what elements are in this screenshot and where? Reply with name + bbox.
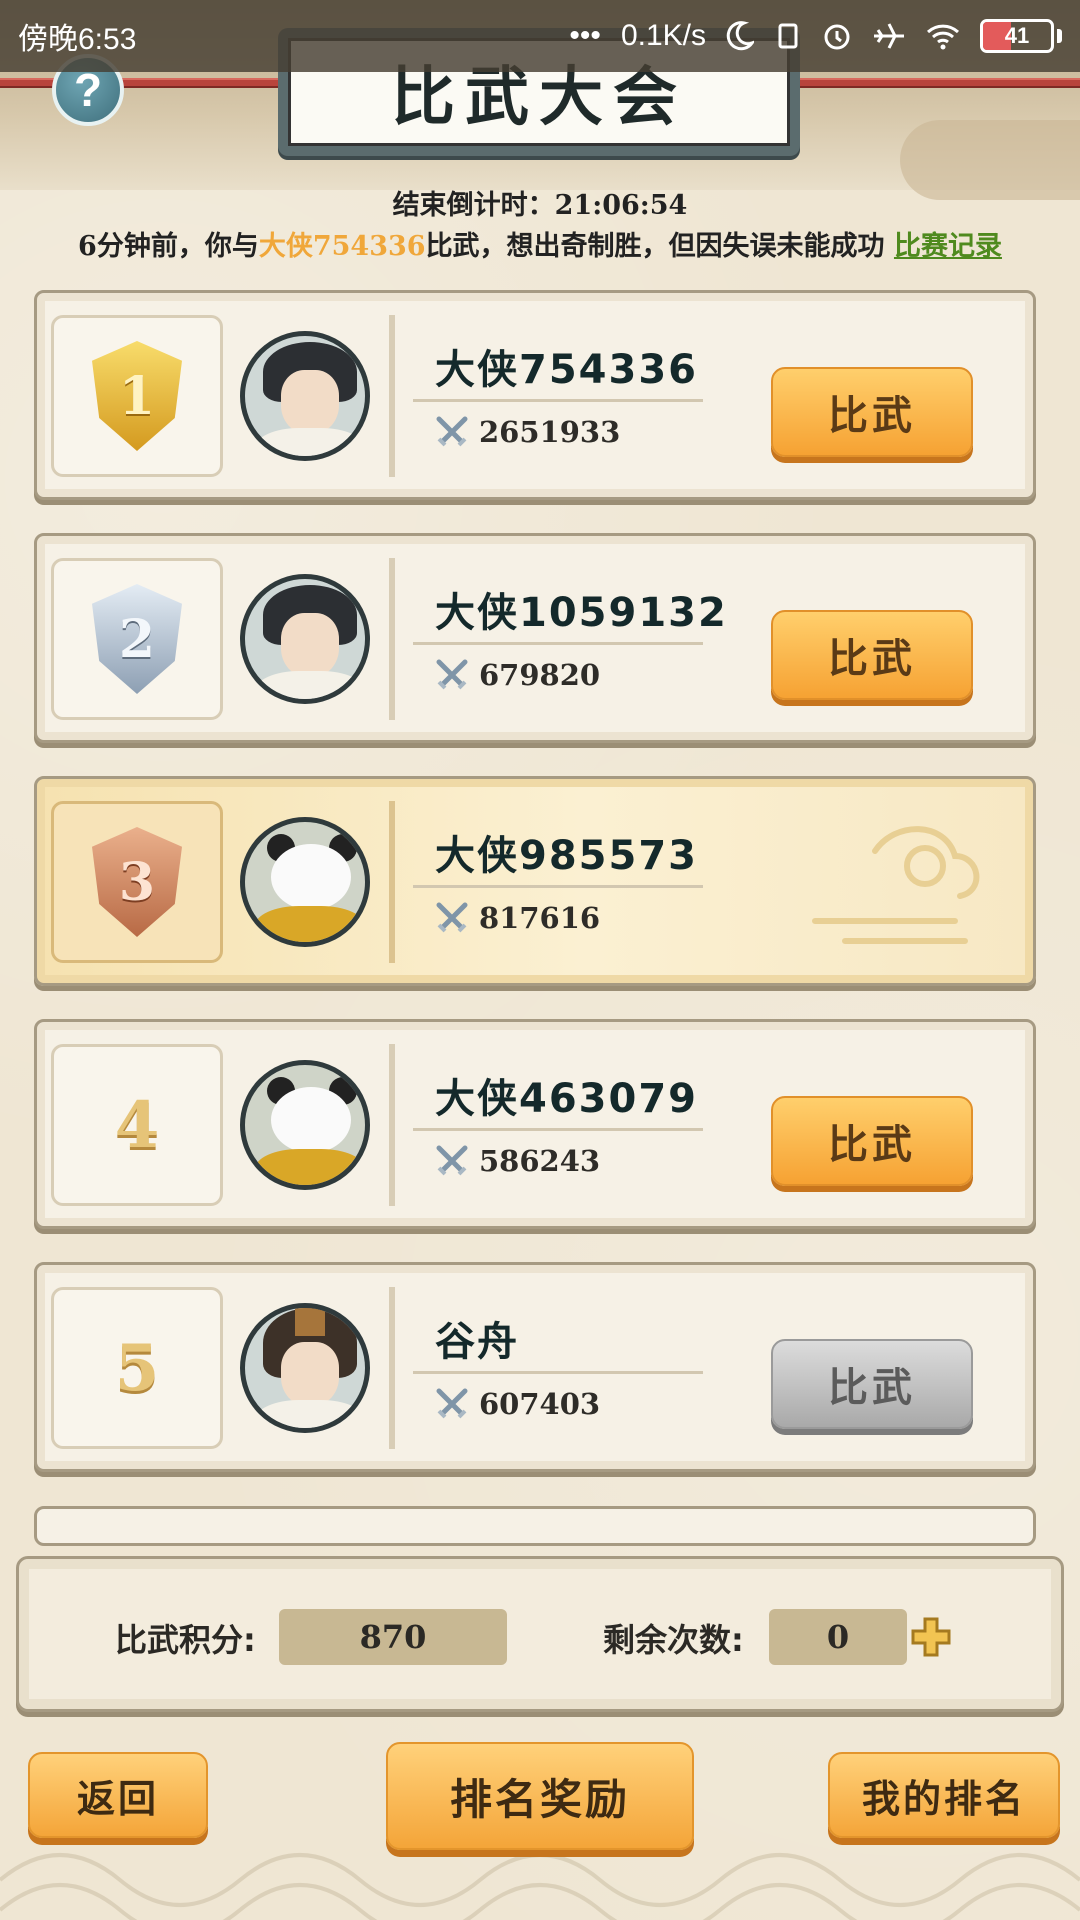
rank-rewards-button[interactable]: 排名奖励: [386, 1742, 694, 1850]
battery-level: 41: [1004, 23, 1030, 48]
net-speed: 0.1K/s: [620, 19, 706, 52]
rank-card-3-self: 3 大侠985573 817616: [34, 776, 1036, 986]
battery-icon: 41: [980, 19, 1054, 53]
crossed-swords-icon: [436, 1145, 468, 1176]
gold-medal-icon: 1: [92, 341, 182, 451]
battle-notice: 6分钟前，你与大侠754336比武，想出奇制胜，但因失误未能成功 比赛记录: [0, 224, 1080, 263]
power-value: 2651933: [479, 415, 621, 449]
crossed-swords-icon: [436, 902, 468, 933]
countdown-value: 21:06:54: [554, 190, 688, 221]
wifi-icon: [926, 24, 960, 50]
avatar[interactable]: [239, 317, 371, 475]
my-rank-button[interactable]: 我的排名: [828, 1752, 1060, 1838]
rank-number: 3: [118, 851, 156, 913]
rank-box: 1: [51, 315, 223, 477]
player-name: 大侠463079: [435, 1076, 698, 1122]
countdown: 结束倒计时：21:06:54: [0, 183, 1080, 222]
rank-box: 5: [51, 1287, 223, 1449]
rank-card-1: 1 大侠754336 2651933 比武: [34, 290, 1036, 500]
status-bar: 傍晚6:53 ••• 0.1K/s 41: [0, 0, 1080, 72]
cloud-pattern-icon: [812, 826, 980, 944]
avatar[interactable]: [239, 1289, 371, 1447]
airplane-icon: [874, 23, 904, 49]
crossed-swords-icon: [436, 1388, 468, 1419]
player-info: 大侠1059132 679820 比武: [389, 558, 1005, 720]
crossed-swords-icon: [436, 659, 468, 690]
combat-power: 679820: [435, 658, 600, 692]
combat-power: 586243: [435, 1144, 600, 1178]
notice-suffix: 比武，想出奇制胜，但因失误未能成功: [425, 231, 885, 262]
player-info: 大侠463079 586243 比武: [389, 1044, 1005, 1206]
rank-card-2: 2 大侠1059132 679820 比武: [34, 533, 1036, 743]
divider: [413, 1371, 703, 1374]
points-value: 870: [279, 1609, 507, 1665]
rank-card-6-partial: [34, 1506, 1036, 1546]
avatar[interactable]: [239, 1046, 371, 1204]
duel-button[interactable]: 比武: [771, 1096, 973, 1186]
avatar[interactable]: [239, 803, 371, 961]
player-info: 大侠985573 817616: [389, 801, 1005, 963]
crossed-swords-icon: [436, 416, 468, 447]
player-info: 大侠754336 2651933 比武: [389, 315, 1005, 477]
bronze-medal-icon: 3: [92, 827, 182, 937]
score-panel: 比武积分: 870 剩余次数: 0: [16, 1556, 1064, 1712]
duel-button[interactable]: 比武: [771, 367, 973, 457]
power-value: 586243: [479, 1144, 601, 1178]
points-label: 比武积分:: [115, 1621, 256, 1659]
player-name: 谷舟: [435, 1319, 519, 1365]
match-record-link[interactable]: 比赛记录: [894, 231, 1002, 262]
duel-button[interactable]: 比武: [771, 610, 973, 700]
notice-opponent: 大侠754336: [258, 231, 426, 262]
combat-power: 2651933: [435, 415, 620, 449]
moon-icon: [726, 21, 754, 51]
rank-number: 2: [118, 608, 156, 670]
power-value: 679820: [479, 658, 601, 692]
rank-number: 1: [118, 365, 156, 427]
power-value: 607403: [479, 1387, 601, 1421]
notice-prefix: 6分钟前，你与: [78, 231, 259, 262]
rank-number: 5: [114, 1330, 160, 1406]
rank-box: 4: [51, 1044, 223, 1206]
combat-power: 607403: [435, 1387, 600, 1421]
avatar[interactable]: [239, 560, 371, 718]
remaining-value: 0: [769, 1609, 907, 1665]
remaining-label: 剩余次数:: [603, 1621, 744, 1659]
rank-card-5: 5 谷舟 607403 比武: [34, 1262, 1036, 1472]
countdown-label: 结束倒计时：: [392, 190, 555, 221]
alarm-icon: [824, 24, 850, 50]
player-info: 谷舟 607403 比武: [389, 1287, 1005, 1449]
duel-button-disabled[interactable]: 比武: [771, 1339, 973, 1429]
more-dots-icon: •••: [569, 19, 601, 52]
rank-box: 3: [51, 801, 223, 963]
divider: [413, 885, 703, 888]
battery-tip: [1057, 29, 1062, 43]
plus-icon[interactable]: [909, 1615, 953, 1659]
back-button[interactable]: 返回: [28, 1752, 208, 1838]
status-time: 傍晚6:53: [18, 23, 137, 56]
silver-medal-icon: 2: [92, 584, 182, 694]
player-name: 大侠754336: [435, 347, 698, 393]
rank-number: 4: [114, 1087, 160, 1163]
divider: [413, 399, 703, 402]
player-name: 大侠985573: [435, 833, 698, 879]
divider: [413, 1128, 703, 1131]
rank-box: 2: [51, 558, 223, 720]
rank-card-4: 4 大侠463079 586243 比武: [34, 1019, 1036, 1229]
screen-rotate-icon: [778, 23, 798, 49]
divider: [413, 642, 703, 645]
power-value: 817616: [479, 901, 601, 935]
player-name: 大侠1059132: [435, 590, 728, 636]
combat-power: 817616: [435, 901, 600, 935]
